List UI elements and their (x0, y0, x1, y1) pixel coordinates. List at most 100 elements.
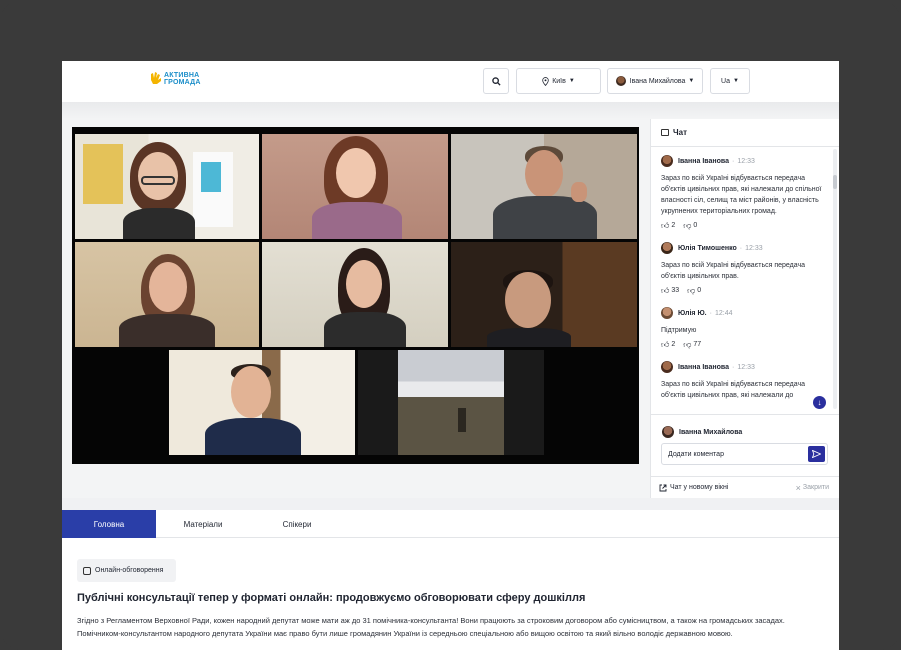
avatar (661, 155, 673, 167)
separator-dot: · (732, 157, 735, 165)
message-text: Зараз по всій Україні відбувається перед… (661, 175, 822, 215)
chat-panel: Чат Іванна Іванова · 12:33 Зараз по всій… (650, 119, 839, 498)
message-time: 12:44 (714, 309, 733, 317)
search-button[interactable] (483, 68, 509, 94)
dislike-count: 0 (693, 222, 698, 229)
section-divider (62, 498, 839, 510)
send-icon (812, 450, 821, 458)
chat-title: Чат (673, 128, 687, 137)
separator-dot: · (739, 244, 743, 252)
like-count: 2 (671, 341, 676, 348)
user-menu[interactable]: Івана Михайлова ▼ (607, 68, 703, 94)
tab-materials[interactable]: Матеріали (156, 510, 250, 538)
logo-line-2: ГРОМАДА (164, 79, 201, 86)
logo-line-1: АКТИВНА (164, 72, 200, 79)
category-label: Онлайн-обговорення (95, 567, 164, 574)
separator-dot: · (732, 363, 735, 371)
open-chat-new-window-link[interactable]: Чат у новому вікні (659, 484, 728, 492)
separator-dot: · (709, 309, 712, 317)
chevron-down-icon: ▼ (688, 78, 695, 84)
like-count: 2 (671, 222, 676, 229)
message-text: Підтримую (661, 327, 697, 334)
like-button[interactable]: 👍︎ 2 (661, 340, 676, 349)
thumbs-up-icon: 👍︎ (661, 286, 670, 295)
video-tile-participant-3-active-speaker[interactable] (451, 134, 637, 239)
thumbs-up-icon: 👍︎ (661, 340, 670, 349)
logo-hands-icon (151, 72, 161, 84)
location-pin-icon (542, 76, 549, 86)
city-label: Київ (552, 77, 566, 85)
message-text: Зараз по всій Україні відбувається перед… (661, 262, 806, 280)
message-author: Іванна Іванова (678, 363, 729, 371)
like-count: 33 (671, 287, 680, 294)
chat-message: Іванна Іванова · 12:33 Зараз по всій Укр… (651, 148, 832, 235)
video-tile-participant-7[interactable] (169, 350, 355, 455)
message-text: Зараз по всій Україні відбувається перед… (661, 381, 806, 399)
video-tile-participant-5[interactable] (262, 242, 448, 347)
close-label: Закрити (802, 484, 829, 491)
search-icon (491, 76, 501, 86)
thumbs-down-icon: 👎︎ (683, 340, 692, 349)
message-time: 12:33 (737, 363, 755, 371)
message-author: Юлія Ю. (678, 309, 707, 317)
video-tile-participant-8[interactable] (358, 350, 544, 455)
dislike-button[interactable]: 👎︎ 77 (683, 340, 702, 349)
logo[interactable]: АКТИВНА ГРОМАДА (150, 72, 201, 86)
close-icon: × (795, 482, 801, 493)
chat-message: Юлія Тимошенко · 12:33 Зараз по всій Укр… (651, 235, 832, 300)
logo-text: АКТИВНА ГРОМАДА (164, 72, 201, 86)
chat-composer: Іванна Михайлова (651, 414, 839, 474)
like-button[interactable]: 👍︎ 2 (661, 222, 676, 230)
external-link-icon (659, 484, 667, 491)
app-screen: АКТИВНА ГРОМАДА Київ ▼ Івана Михайлова ▼… (62, 61, 839, 650)
top-header: АКТИВНА ГРОМАДА Київ ▼ Івана Михайлова ▼… (62, 61, 839, 102)
tab-home[interactable]: Головна (62, 510, 156, 538)
category-tag[interactable]: Онлайн-обговорення (77, 559, 176, 582)
video-tile-participant-1[interactable] (75, 134, 259, 239)
video-grid[interactable] (72, 127, 639, 464)
city-select[interactable]: Київ ▼ (516, 68, 601, 94)
like-button[interactable]: 👍︎ 33 (661, 286, 680, 295)
avatar (615, 76, 626, 86)
avatar (661, 242, 673, 254)
close-chat-button[interactable]: × Закрити (796, 483, 829, 493)
article-body: Згідно з Регламентом Верховної Ради, кож… (77, 616, 785, 638)
scroll-down-button[interactable]: ↓ (813, 396, 826, 409)
chat-message: Юлія Ю. · 12:44 Підтримую 👍︎ 2 👎︎ 77 (651, 300, 832, 354)
video-area (62, 119, 650, 498)
video-tile-participant-2[interactable] (262, 134, 448, 239)
dislike-button[interactable]: 👎︎ 0 (683, 222, 698, 230)
chat-messages[interactable]: Іванна Іванова · 12:33 Зараз по всій Укр… (651, 148, 832, 413)
chat-footer: Чат у новому вікні × Закрити (651, 476, 839, 498)
header-shadow (62, 102, 839, 119)
dislike-button[interactable]: 👎︎ 0 (687, 286, 702, 295)
video-tile-participant-6[interactable] (451, 242, 637, 347)
tab-speakers[interactable]: Спікери (250, 510, 344, 538)
arrow-down-icon: ↓ (817, 398, 822, 407)
send-button[interactable] (808, 446, 825, 462)
article-title: Публічні консультації тепер у форматі он… (77, 592, 586, 604)
thumbs-down-icon: 👎︎ (687, 286, 696, 295)
dislike-count: 0 (697, 287, 702, 294)
chevron-down-icon: ▼ (568, 78, 575, 84)
avatar (661, 307, 673, 319)
current-user: Іванна Михайлова (662, 426, 742, 438)
dislike-count: 77 (693, 341, 702, 348)
device-frame: АКТИВНА ГРОМАДА Київ ▼ Івана Михайлова ▼… (0, 0, 901, 650)
message-author: Юлія Тимошенко (678, 244, 737, 252)
avatar (661, 361, 673, 373)
comment-input[interactable] (661, 443, 828, 465)
chat-scrollbar[interactable] (833, 149, 837, 409)
language-select[interactable]: Ua ▼ (710, 68, 750, 94)
video-tile-participant-4[interactable] (75, 242, 259, 347)
message-author: Іванна Іванова (678, 157, 729, 165)
content-tabs: Головна Матеріали Спікери (62, 510, 839, 538)
user-name: Івана Михайлова (629, 77, 686, 85)
language-label: Ua (721, 77, 730, 85)
avatar (662, 426, 674, 438)
chat-header: Чат (651, 119, 839, 147)
chevron-down-icon: ▼ (733, 78, 739, 84)
chat-icon (661, 129, 669, 136)
message-time: 12:33 (737, 157, 755, 165)
scrollbar-thumb[interactable] (833, 175, 837, 189)
